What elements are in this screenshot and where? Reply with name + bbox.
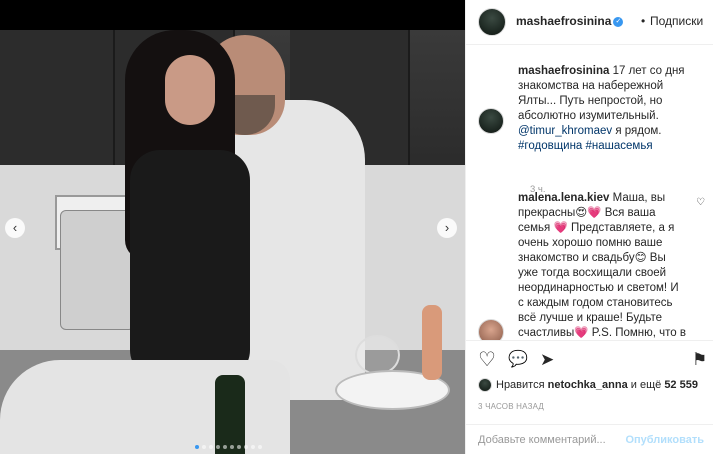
comment-body: Маша, вы прекрасны😍💗 Вся ваша семья 💗 Пр… — [518, 192, 687, 339]
comment-text: malena.lena.kiev Маша, вы прекрасны😍💗 Вс… — [518, 191, 686, 340]
kitchen-appliance — [60, 210, 135, 330]
post-photo[interactable] — [0, 30, 465, 454]
comments-section: mashaefrosinina 17 лет со дня знакомства… — [466, 46, 713, 340]
carousel-dot — [237, 445, 241, 449]
hashtag-links[interactable]: #годовщина #нашасемья — [518, 140, 653, 152]
carousel-dot — [244, 445, 248, 449]
action-bar: ♡ 💬 ➤ ⚑ — [466, 340, 713, 380]
bookmark-icon[interactable]: ⚑ — [692, 349, 707, 371]
separator: • — [641, 14, 646, 28]
carousel-dot — [216, 445, 220, 449]
carousel-dot — [223, 445, 227, 449]
likes-suffix: и ещё — [627, 378, 665, 391]
follow-button[interactable]: Подписки — [650, 14, 703, 28]
liker-username[interactable]: netochka_anna — [548, 379, 628, 391]
verified-badge-icon: ✓ — [613, 16, 624, 27]
woman-face — [165, 55, 215, 125]
carousel-dot — [258, 445, 262, 449]
woman-legs — [0, 360, 290, 454]
author-username[interactable]: mashaefrosinina ✓ — [516, 14, 624, 28]
comment-username[interactable]: malena.lena.kiev — [518, 192, 609, 204]
avatar[interactable] — [478, 378, 492, 392]
heart-icon[interactable]: ♡ — [478, 349, 496, 371]
comment-input[interactable]: Добавьте комментарий... — [478, 434, 606, 446]
mention-link[interactable]: @timur_khromaev — [518, 125, 612, 137]
post-sidebar: mashaefrosinina ✓ • Подписки mashaefrosin… — [465, 0, 713, 454]
carousel-prev-button[interactable]: ‹ — [5, 218, 25, 238]
avatar[interactable] — [478, 8, 506, 36]
publish-button[interactable]: Опубликовать — [625, 434, 704, 446]
carousel-dot — [251, 445, 255, 449]
caption-body-end: я рядом. — [612, 125, 662, 137]
carousel-dot — [230, 445, 234, 449]
likes-line: Нравится netochka_anna и ещё 52 559 — [478, 378, 708, 394]
carousel-dot — [209, 445, 213, 449]
flowers — [422, 305, 442, 380]
likes-prefix: Нравится — [496, 378, 548, 391]
kitchen-cabinet — [0, 30, 115, 165]
caption-text: mashaefrosinina 17 лет со дня знакомства… — [518, 64, 704, 154]
caption-username[interactable]: mashaefrosinina — [518, 65, 609, 77]
carousel-dot — [202, 445, 206, 449]
woman-figure — [130, 150, 250, 380]
likes-count[interactable]: 52 559 — [664, 379, 698, 391]
carousel-indicator — [195, 445, 262, 451]
wine-glass — [355, 335, 400, 375]
share-icon[interactable]: ➤ — [540, 349, 554, 371]
bottle — [215, 375, 245, 454]
top-bar — [0, 0, 465, 30]
post-timestamp: 3 ЧАСОВ НАЗАД — [478, 402, 545, 411]
carousel-dot — [195, 445, 199, 449]
carousel-next-button[interactable]: › — [437, 218, 457, 238]
avatar[interactable] — [478, 108, 504, 134]
username-text[interactable]: mashaefrosinina — [516, 14, 611, 28]
post-header: mashaefrosinina ✓ • Подписки — [466, 0, 713, 45]
add-comment-bar: Добавьте комментарий... Опубликовать — [466, 424, 713, 454]
comment-like-icon[interactable]: ♡ — [696, 197, 705, 208]
comment-icon[interactable]: 💬 — [508, 349, 528, 371]
avatar[interactable] — [478, 319, 504, 340]
